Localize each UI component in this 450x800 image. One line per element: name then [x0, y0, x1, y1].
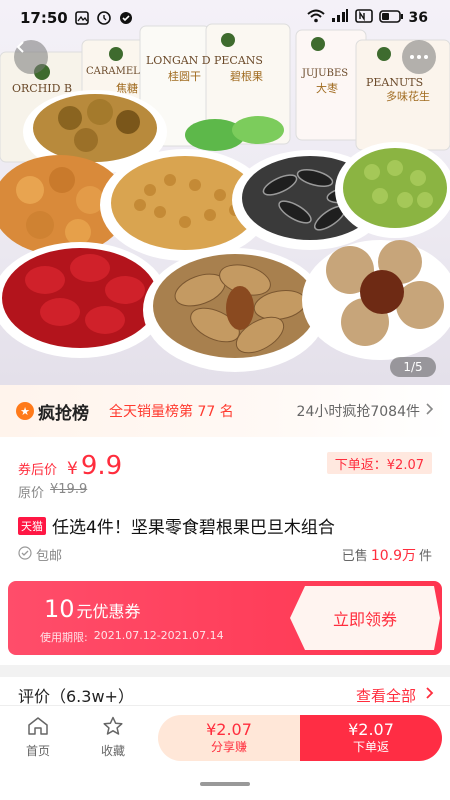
sold-number: 10.9万 [370, 548, 416, 564]
dot [424, 55, 428, 59]
shipping-info: 包邮 [18, 545, 62, 564]
more-button[interactable] [402, 40, 436, 74]
package-label-cn: 碧根果 [230, 69, 263, 83]
share-amount: ¥2.07 [206, 720, 252, 739]
nfc-icon [354, 9, 373, 27]
ranking-logo-text: 疯抢榜 [38, 403, 89, 424]
battery-level: 36 [408, 10, 428, 26]
product-photo: ORCHID B CARAMEL LONGAN D PECANS JUJUBES… [0, 23, 450, 372]
ranking-bar[interactable]: ★ 疯抢榜 全天销量榜第 77 名 24小时疯抢7084件 [0, 385, 450, 437]
star-icon [102, 716, 124, 739]
favorite-tab[interactable]: 收藏 [88, 716, 138, 759]
order-label: 下单返 [352, 740, 389, 754]
carousel-page-indicator: 1/5 [390, 357, 436, 377]
coupon-amount-text: 元优惠券 [76, 602, 141, 621]
coupon-amount: 10 元优惠券 [44, 595, 141, 623]
ranking-logo: ★ 疯抢榜 [16, 399, 89, 424]
product-title: 任选4件！坚果零食碧根果巴旦木组合 [52, 518, 335, 538]
home-icon [27, 716, 49, 739]
chevron-right-icon [424, 686, 434, 704]
price-label: 券后价 [18, 463, 58, 478]
coupon-card[interactable]: 10 元优惠券 使用期限: 2021.07.12-2021.07.14 立即领券 [8, 581, 442, 655]
check-circle-icon [119, 11, 134, 26]
sales-24h: 24小时疯抢7084件 [297, 401, 434, 421]
order-rebate-button[interactable]: ¥2.07 下单返 [300, 715, 442, 761]
product-title-row: 天猫 任选4件！坚果零食碧根果巴旦木组合 [18, 513, 335, 538]
sold-count: 已售 10.9万 件 [342, 545, 432, 565]
fire-badge-icon: ★ [16, 402, 34, 420]
package-label: ORCHID B [12, 82, 72, 95]
coupon-amount-number: 10 [44, 595, 75, 623]
ranking-position: 全天销量榜第 77 名 [109, 404, 234, 420]
original-price-label: 原价 [18, 486, 45, 501]
order-amount: ¥2.07 [348, 720, 394, 739]
package-label: LONGAN D [146, 54, 211, 67]
view-all-label: 查看全部 [355, 686, 416, 705]
dot [410, 55, 414, 59]
back-button[interactable] [14, 40, 48, 74]
price-symbol: ¥ [67, 459, 78, 479]
coupon-validity-label: 使用期限: [40, 631, 88, 644]
dot [417, 55, 421, 59]
sold-unit: 件 [418, 549, 432, 564]
price-value: 9.9 [80, 451, 123, 481]
wifi-icon [306, 9, 325, 27]
package-label: PECANS [214, 54, 263, 67]
chevron-right-icon [424, 403, 434, 419]
share-earn-button[interactable]: ¥2.07 分享赚 [158, 715, 300, 761]
package-label: CARAMEL [86, 66, 140, 77]
original-price-row: 原价 ¥19.9 [18, 482, 87, 501]
price-row: 券后价 ¥ 9.9 [18, 451, 122, 481]
original-price-value: ¥19.9 [50, 482, 88, 497]
check-circle-outline-icon [18, 545, 32, 564]
gallery-icon [75, 11, 90, 26]
share-label: 分享赚 [210, 740, 247, 754]
status-bar: 17:50 36 [0, 0, 450, 36]
notification-icon [97, 11, 112, 26]
sales-24h-text: 24小时疯抢7084件 [296, 404, 420, 420]
home-indicator[interactable] [200, 782, 250, 786]
coupon-validity: 使用期限: 2021.07.12-2021.07.14 [40, 629, 224, 645]
battery-icon [378, 9, 403, 27]
package-label-cn: 大枣 [316, 81, 338, 95]
shipping-label: 包邮 [36, 549, 63, 564]
rebate-badge: 下单返：¥2.07 [326, 452, 432, 474]
coupon-section: 10 元优惠券 使用期限: 2021.07.12-2021.07.14 立即领券 [0, 569, 450, 665]
reviews-title: 评价（6.3w+） [18, 687, 134, 706]
coupon-validity-dates: 2021.07.12-2021.07.14 [93, 629, 224, 642]
bottom-action-bar: 首页 收藏 ¥2.07 分享赚 ¥2.07 下单返 [0, 705, 450, 800]
home-tab[interactable]: 首页 [13, 716, 63, 759]
platform-tag: 天猫 [18, 516, 46, 535]
product-info-card: 券后价 ¥ 9.9 下单返：¥2.07 原价 ¥19.9 天猫 任选4件！坚果零… [0, 437, 450, 569]
clock: 17:50 [20, 9, 68, 27]
home-tab-label: 首页 [25, 744, 50, 758]
package-label-cn: 多味花生 [386, 89, 430, 103]
view-all-reviews-link[interactable]: 查看全部 [356, 685, 434, 706]
product-image-carousel[interactable]: ORCHID B CARAMEL LONGAN D PECANS JUJUBES… [0, 0, 450, 385]
claim-coupon-button[interactable]: 立即领券 [290, 586, 440, 650]
package-label: JUJUBES [301, 68, 348, 79]
favorite-tab-label: 收藏 [100, 744, 125, 758]
package-label-cn: 桂圆干 [168, 69, 201, 83]
signal-icon [331, 9, 349, 27]
package-label: PEANUTS [366, 76, 423, 89]
sold-label: 已售 [341, 549, 368, 564]
